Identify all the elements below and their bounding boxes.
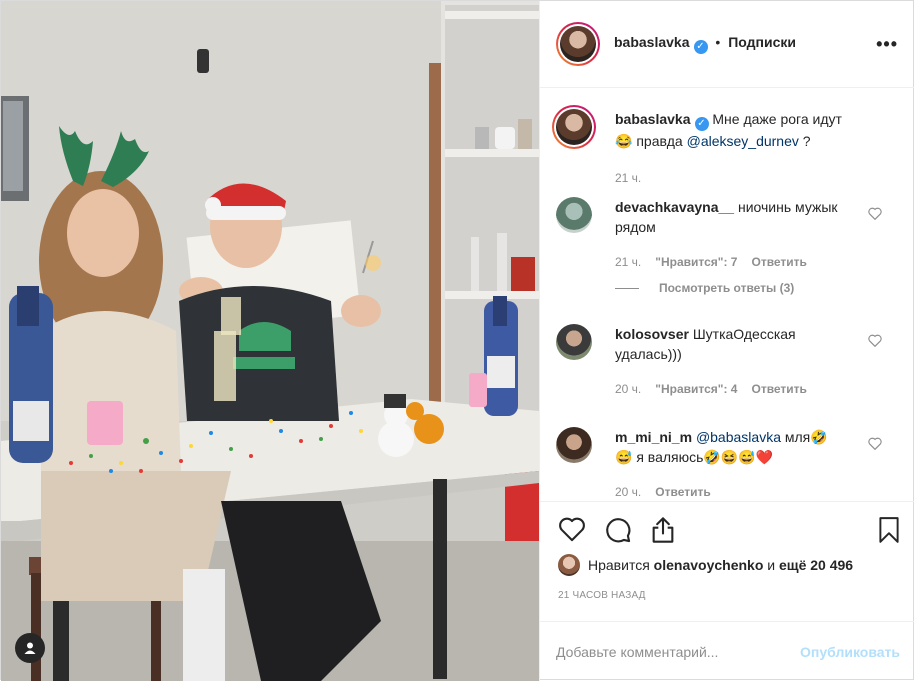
share-icon[interactable] (650, 516, 676, 544)
comment-heart-icon[interactable] (868, 207, 882, 220)
author-username[interactable]: babaslavka (614, 34, 690, 50)
comment-text: kolosovser ШуткаОдесская удалась))) (615, 324, 865, 364)
comment-body-2: 😅 я валяюсь🤣😆😅❤️ (615, 449, 774, 465)
post-timestamp[interactable]: 21 ЧАСОВ НАЗАД (558, 590, 646, 601)
comment-mention[interactable]: @babaslavka (696, 429, 781, 445)
user-tag-icon (24, 642, 36, 654)
verified-icon: ✓ (694, 117, 709, 131)
add-comment-bar: Добавьте комментарий... Опубликовать (540, 621, 914, 681)
likes-prefix: Нравится (588, 557, 650, 573)
caption-time[interactable]: 21 ч. (615, 171, 641, 185)
publish-button[interactable]: Опубликовать (800, 644, 900, 660)
comment-likes[interactable]: "Нравится": 4 (655, 382, 737, 396)
author-avatar[interactable] (556, 22, 600, 66)
comment-text: m_mi_ni_m @babaslavka мля🤣 😅 я валяюсь🤣😆… (615, 427, 865, 467)
comment-likes[interactable]: "Нравится": 7 (655, 255, 737, 269)
comment-username[interactable]: devachkavayna__ (615, 199, 734, 215)
comment-avatar[interactable] (556, 324, 592, 360)
comment-body: мля🤣 (784, 429, 828, 445)
post-photo[interactable] (1, 1, 539, 681)
likes-count[interactable]: ещё 20 496 (779, 557, 853, 573)
caption-body-2: правда (636, 133, 683, 149)
liker-username[interactable]: olenavoychenko (654, 557, 764, 573)
caption-mention[interactable]: @aleksey_durnev (687, 133, 799, 149)
more-options-icon[interactable]: ••• (876, 34, 898, 55)
following-button[interactable]: Подписки (728, 34, 796, 50)
view-replies-button[interactable]: Посмотреть ответы (3) (615, 281, 794, 295)
user-tag-button[interactable] (15, 633, 45, 663)
caption-username[interactable]: babaslavka (615, 111, 691, 127)
verified-icon: ✓ (693, 40, 708, 54)
heart-icon[interactable] (558, 516, 586, 542)
likes-summary[interactable]: Нравится olenavoychenko и ещё 20 496 (558, 554, 853, 576)
comment-heart-icon[interactable] (868, 437, 882, 450)
separator-dot: • (715, 34, 721, 50)
comment-icon[interactable] (604, 516, 632, 544)
likes-middle: и (767, 557, 776, 573)
comment-heart-icon[interactable] (868, 334, 882, 347)
photo-illustration (1, 1, 539, 681)
comment-time[interactable]: 20 ч. (615, 382, 641, 396)
comment-avatar[interactable] (556, 427, 592, 463)
action-icons (558, 516, 676, 544)
comment-time[interactable]: 21 ч. (615, 255, 641, 269)
caption-emoji: 😂 (615, 133, 633, 149)
post-side-panel: babaslavka ✓ • Подписки ••• babaslavka ✓ М… (539, 1, 914, 681)
replies-line (615, 287, 639, 289)
comment-meta: 21 ч. "Нравится": 7 Ответить (615, 255, 807, 269)
bookmark-icon[interactable] (878, 516, 900, 544)
caption-body-1: Мне даже рога идут (712, 111, 842, 127)
comment-reply-button[interactable]: Ответить (751, 382, 806, 396)
caption-meta: 21 ч. (615, 171, 641, 185)
comment-text: devachkavayna__ ниочинь мужык рядом (615, 197, 865, 237)
comments-list[interactable]: babaslavka ✓ Мне даже рога идут 😂 правда … (540, 89, 914, 497)
comment-meta: 20 ч. Ответить (615, 485, 711, 497)
comment-username[interactable]: m_mi_ni_m (615, 429, 692, 445)
comment-reply-button[interactable]: Ответить (655, 485, 710, 497)
comment-reply-button[interactable]: Ответить (751, 255, 806, 269)
comment-time[interactable]: 20 ч. (615, 485, 641, 497)
comment-meta: 20 ч. "Нравится": 4 Ответить (615, 382, 807, 396)
caption-text: babaslavka ✓ Мне даже рога идут 😂 правда … (615, 109, 885, 151)
liker-avatar (558, 554, 580, 576)
caption-avatar[interactable] (552, 105, 596, 149)
post-actions: Нравится olenavoychenko и ещё 20 496 21 … (540, 501, 914, 621)
post-modal: babaslavka ✓ • Подписки ••• babaslavka ✓ М… (0, 0, 914, 681)
caption-body-3: ? (802, 133, 811, 149)
view-replies-label: Посмотреть ответы (3) (659, 281, 795, 295)
comment-username[interactable]: kolosovser (615, 326, 689, 342)
post-header: babaslavka ✓ • Подписки ••• (540, 1, 914, 88)
comment-avatar[interactable] (556, 197, 592, 233)
comment-input[interactable]: Добавьте комментарий... (556, 644, 718, 660)
